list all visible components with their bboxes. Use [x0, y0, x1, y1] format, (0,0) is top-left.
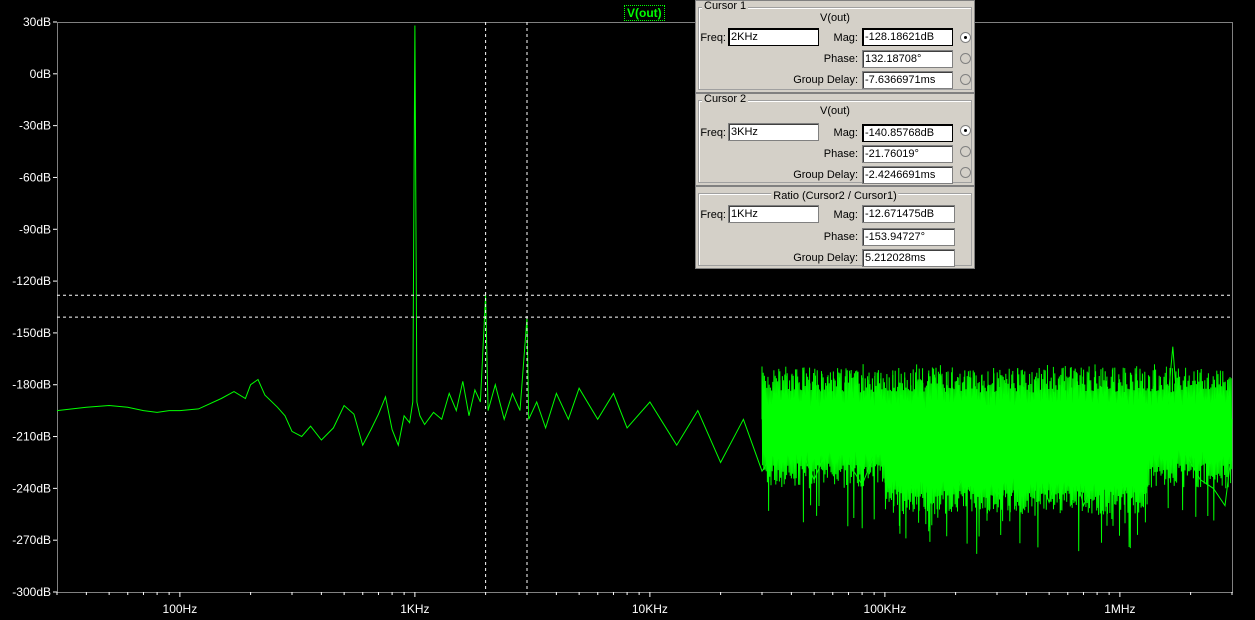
cursor1-mag-label: Mag:: [833, 32, 858, 44]
cursor1-trace-name: V(out): [820, 12, 850, 24]
cursor2-panel: Cursor 2 V(out) Freq: 3KHz Mag: -140.857…: [695, 93, 975, 186]
ratio-gd-label: Group Delay:: [793, 252, 858, 264]
cursor1-mag-value[interactable]: -128.18621dB: [862, 28, 953, 46]
plot-area[interactable]: 30dB 0dB -30dB -60dB -90dB -120dB -150dB -180dB…: [0, 0, 1255, 620]
ratio-title: Ratio (Cursor2 / Cursor1): [771, 190, 899, 202]
ratio-gd-value: 5.212028ms: [862, 249, 955, 267]
y-tick-label: -210dB: [12, 430, 51, 444]
cursor1-phase-label: Phase:: [823, 53, 858, 65]
ratio-mag-value: -12.671475dB: [862, 205, 955, 223]
y-tick-label: -30dB: [19, 119, 51, 133]
y-axis: 30dB 0dB -30dB -60dB -90dB -120dB -150dB -180dB…: [12, 15, 57, 599]
plot-frame: [57, 22, 1233, 593]
cursor2-title: Cursor 2: [702, 93, 749, 105]
cursor2-mag-radio[interactable]: [960, 125, 971, 136]
y-tick-label: -240dB: [12, 481, 51, 495]
cursor1-gd-label: Group Delay:: [793, 74, 858, 86]
y-tick-label: -300dB: [12, 585, 51, 599]
x-axis: 100Hz 1KHz 10KHz 100KHz 1MHz: [56, 592, 1233, 616]
y-tick-label: 30dB: [23, 15, 51, 29]
x-tick-label: 100Hz: [163, 602, 198, 616]
cursor1-freq-label: Freq:: [700, 32, 726, 44]
x-tick-label: 1KHz: [400, 602, 429, 616]
ratio-panel: Ratio (Cursor2 / Cursor1) Freq: 1KHz Mag…: [695, 186, 975, 269]
cursor2-mag-label: Mag:: [833, 127, 858, 139]
y-tick-label: -270dB: [12, 533, 51, 547]
y-tick-label: -180dB: [12, 378, 51, 392]
cursor1-mag-radio[interactable]: [960, 32, 971, 43]
cursor2-phase-value[interactable]: -21.76019°: [862, 145, 953, 163]
y-tick-label: -90dB: [19, 222, 51, 236]
cursor2-gd-value[interactable]: -2.4246691ms: [862, 166, 953, 184]
y-tick-label: 0dB: [30, 67, 51, 81]
x-tick-label: 10KHz: [632, 602, 668, 616]
ratio-freq-label: Freq:: [700, 209, 726, 221]
cursor2-phase-radio[interactable]: [960, 146, 971, 157]
cursor1-gd-value[interactable]: -7.6366971ms: [862, 71, 953, 89]
y-tick-label: -150dB: [12, 326, 51, 340]
cursor2-mag-value[interactable]: -140.85768dB: [862, 124, 953, 142]
ratio-phase-label: Phase:: [823, 231, 858, 243]
cursor1-title: Cursor 1: [702, 0, 749, 12]
ratio-phase-value: -153.94727°: [862, 228, 955, 246]
ratio-mag-label: Mag:: [833, 209, 858, 221]
x-tick-label: 1MHz: [1104, 602, 1135, 616]
cursor2-freq-label: Freq:: [700, 127, 726, 139]
trace-name-label[interactable]: V(out): [624, 5, 665, 21]
x-tick-label: 100KHz: [864, 602, 907, 616]
cursor1-panel: Cursor 1 V(out) Freq: 2KHz Mag: -128.186…: [695, 0, 975, 93]
cursor1-phase-radio[interactable]: [960, 53, 971, 64]
cursor1-gd-radio[interactable]: [960, 74, 971, 85]
cursor2-phase-label: Phase:: [823, 148, 858, 160]
cursor2-gd-radio[interactable]: [960, 167, 971, 178]
cursor2-trace-name: V(out): [820, 105, 850, 117]
cursor2-gd-label: Group Delay:: [793, 169, 858, 181]
y-tick-label: -60dB: [19, 170, 51, 184]
cursor1-phase-value[interactable]: 132.18708°: [862, 50, 953, 68]
y-tick-label: -120dB: [12, 274, 51, 288]
